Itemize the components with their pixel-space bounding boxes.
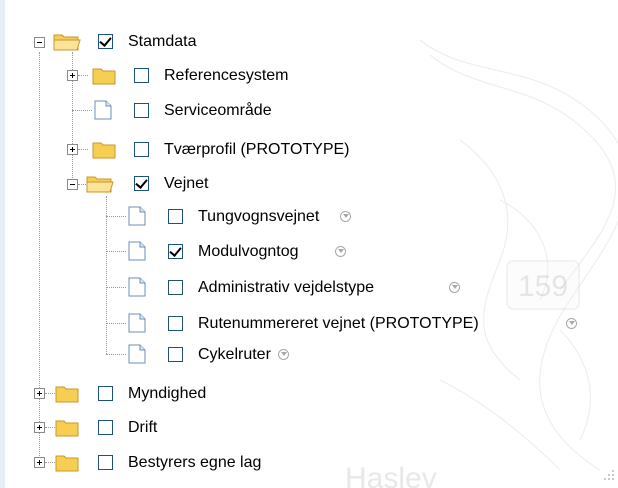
info-chevron-icon[interactable] <box>278 349 289 360</box>
tree-connector <box>106 251 126 252</box>
tree-node-label: Administrativ vejdelstype <box>198 279 375 296</box>
layer-checkbox[interactable] <box>168 316 183 331</box>
layer-checkbox[interactable] <box>98 455 113 470</box>
expand-toggle[interactable] <box>34 457 45 468</box>
tree-node-label: Modulvogntog <box>198 243 299 260</box>
folder-icon <box>55 420 79 437</box>
tree-node-label: Serviceområde <box>164 102 272 119</box>
expand-toggle[interactable] <box>34 388 45 399</box>
expand-toggle[interactable] <box>34 422 45 433</box>
tree-node-label: Tungvognsvejnet <box>198 208 320 225</box>
tree-node-label: Stamdata <box>128 33 197 50</box>
tree-connector <box>106 323 126 324</box>
document-icon <box>128 206 146 226</box>
collapse-toggle[interactable] <box>34 37 45 48</box>
tree-node-label: Myndighed <box>128 385 207 402</box>
layer-tree: Stamdata Referencesystem Serviceområde T… <box>0 0 618 488</box>
document-icon <box>128 313 146 333</box>
tree-node-label: Referencesystem <box>164 67 289 84</box>
document-icon <box>128 277 146 297</box>
info-chevron-icon[interactable] <box>335 246 346 257</box>
folder-open-icon <box>86 176 114 193</box>
tree-node-label: Drift <box>128 419 158 436</box>
tree-node-label: Rutenummereret vejnet (PROTOTYPE) <box>198 315 479 332</box>
tree-connector <box>106 287 126 288</box>
folder-icon <box>92 68 116 85</box>
info-chevron-icon[interactable] <box>449 282 460 293</box>
tree-connector <box>45 462 55 463</box>
tree-connector <box>78 75 88 76</box>
layer-tree-panel: 159 Haslev Stamdata Referencesystem Serv… <box>0 0 618 488</box>
layer-checkbox[interactable] <box>98 420 113 435</box>
info-chevron-icon[interactable] <box>340 211 351 222</box>
layer-checkbox[interactable] <box>98 386 113 401</box>
tree-connector <box>45 427 55 428</box>
folder-icon <box>92 142 116 159</box>
tree-connector <box>78 149 88 150</box>
layer-checkbox[interactable] <box>168 347 183 362</box>
folder-icon <box>55 386 79 403</box>
folder-icon <box>55 455 79 472</box>
document-icon <box>94 100 112 120</box>
layer-checkbox[interactable] <box>98 34 113 49</box>
layer-checkbox[interactable] <box>134 103 149 118</box>
layer-checkbox[interactable] <box>168 280 183 295</box>
expand-toggle[interactable] <box>67 144 78 155</box>
tree-connector <box>106 196 107 354</box>
tree-connector <box>106 354 126 355</box>
info-chevron-icon[interactable] <box>566 318 577 329</box>
layer-checkbox[interactable] <box>134 68 149 83</box>
folder-open-icon <box>53 34 81 51</box>
expand-toggle[interactable] <box>67 70 78 81</box>
tree-connector <box>45 393 55 394</box>
layer-checkbox[interactable] <box>168 244 183 259</box>
tree-node-label: Bestyrers egne lag <box>128 454 262 471</box>
layer-checkbox[interactable] <box>134 176 149 191</box>
tree-node-label: Vejnet <box>164 175 209 192</box>
tree-node-label: Tværprofil (PROTOTYPE) <box>164 141 350 158</box>
layer-checkbox[interactable] <box>134 142 149 157</box>
tree-connector <box>106 216 126 217</box>
tree-node-label: Cykelruter <box>198 346 271 363</box>
collapse-toggle[interactable] <box>67 179 78 190</box>
document-icon <box>128 344 146 364</box>
tree-connector <box>72 110 92 111</box>
document-icon <box>128 241 146 261</box>
tree-connector <box>39 52 40 466</box>
layer-checkbox[interactable] <box>168 209 183 224</box>
